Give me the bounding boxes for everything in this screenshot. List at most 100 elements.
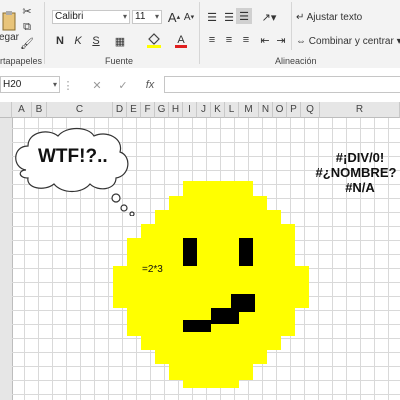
column-header[interactable]: Q — [301, 102, 320, 118]
cancel-entry-icon[interactable]: ✕ — [90, 78, 104, 92]
column-letter: I — [188, 104, 191, 115]
align-center-icon[interactable]: ≡ — [221, 33, 237, 47]
column-header[interactable]: A — [12, 102, 32, 118]
column-header[interactable]: R — [320, 102, 400, 118]
font-name-dropdown[interactable]: Calibri ▾ — [52, 10, 130, 24]
column-header[interactable]: N — [259, 102, 273, 118]
decrease-indent-icon[interactable]: ⇤ — [258, 33, 272, 47]
thought-bubble — [15, 127, 135, 216]
column-letter: G — [157, 104, 166, 115]
font-color-button[interactable]: A — [170, 33, 192, 49]
thought-dot — [120, 204, 128, 212]
column-letter: O — [275, 104, 284, 115]
select-all-corner[interactable] — [0, 102, 12, 118]
fill-bucket-icon — [147, 33, 161, 48]
separator — [199, 2, 200, 64]
clipboard-group-label: rtapapeles — [0, 56, 43, 66]
underline-button[interactable]: S — [88, 33, 104, 49]
chevron-down-icon: ▾ — [122, 12, 127, 21]
grow-font-icon: A — [167, 9, 177, 25]
align-right-icon[interactable]: ≡ — [238, 33, 254, 47]
column-letter: M — [244, 104, 253, 115]
thought-dot — [129, 211, 135, 216]
font-group-label: Fuente — [105, 56, 134, 66]
separator — [291, 2, 292, 50]
column-header[interactable]: D — [113, 102, 127, 118]
column-header[interactable]: C — [47, 102, 113, 118]
column-header[interactable]: P — [287, 102, 301, 118]
column-header[interactable]: K — [211, 102, 225, 118]
thought-bubble-text: WTF!?.. — [38, 146, 108, 167]
column-letter: P — [290, 104, 297, 115]
column-header[interactable]: G — [155, 102, 169, 118]
column-header[interactable]: F — [141, 102, 155, 118]
thought-dot — [111, 193, 121, 203]
merge-center-label: Combinar y centrar — [308, 36, 394, 47]
paste-button[interactable]: egar — [0, 2, 20, 50]
formula-cell-text: =2*3 — [142, 264, 163, 275]
column-letter: H — [171, 104, 180, 115]
orientation-icon[interactable]: ↗▾ — [258, 10, 280, 24]
error-na: #N/A — [345, 180, 375, 195]
formula-input[interactable] — [164, 76, 400, 93]
column-letter: R — [355, 104, 364, 115]
format-painter-icon[interactable]: 🖌 — [20, 36, 34, 50]
bold-label: N — [56, 35, 64, 47]
merge-center-button[interactable]: ⇔ Combinar y centrar ▾ — [296, 36, 400, 47]
alignment-group-label: Alineación — [275, 56, 317, 66]
wrap-text-icon: ↵ — [296, 12, 307, 23]
font-color-icon: A — [177, 33, 185, 46]
fx-icon: fx — [145, 79, 155, 91]
fill-color-button[interactable] — [144, 33, 166, 49]
column-letter: N — [261, 104, 270, 115]
confirm-entry-icon[interactable]: ✓ — [116, 78, 130, 92]
column-letter: E — [130, 104, 137, 115]
column-header[interactable]: M — [239, 102, 259, 118]
column-header[interactable]: H — [169, 102, 183, 118]
font-name-value: Calibri — [55, 11, 84, 22]
increase-indent-icon[interactable]: ⇥ — [274, 33, 288, 47]
column-letter: J — [201, 104, 206, 115]
borders-icon[interactable]: ▦ — [110, 33, 130, 49]
column-header[interactable]: B — [32, 102, 47, 118]
font-size-dropdown[interactable]: 11 ▾ — [132, 10, 162, 24]
chevron-down-icon: ▾ — [154, 12, 159, 21]
error-div0: #¡DIV/0! — [335, 150, 385, 165]
column-header[interactable]: E — [127, 102, 141, 118]
column-header[interactable]: O — [273, 102, 287, 118]
paste-icon — [2, 10, 16, 30]
column-header[interactable]: I — [183, 102, 197, 118]
separator — [44, 2, 45, 64]
cut-icon[interactable]: ✂ — [20, 4, 34, 18]
align-middle-icon[interactable]: ☰ — [221, 10, 237, 24]
error-name: #¿NOMBRE? — [315, 165, 397, 180]
dots-icon: ⋮ — [62, 79, 74, 92]
column-letter: C — [75, 104, 84, 115]
column-letter: B — [35, 104, 43, 115]
grow-font-button[interactable]: A ▴ — [167, 9, 181, 25]
ribbon: egar ✂ ⧉ 🖌 rtapapeles Calibri ▾ 11 ▾ A ▴ A ▾… — [0, 0, 400, 69]
underline-label: S — [92, 35, 100, 47]
column-letter: Q — [306, 104, 314, 115]
chevron-down-icon: ▾ — [52, 80, 57, 89]
chevron-down-icon: ▾ — [396, 36, 400, 47]
italic-button[interactable]: K — [70, 33, 86, 49]
shrink-font-button[interactable]: A ▾ — [182, 9, 196, 25]
paste-label: egar — [0, 31, 20, 43]
name-box[interactable]: H20 ▾ — [0, 76, 60, 93]
column-header[interactable]: J — [197, 102, 211, 118]
column-header[interactable]: L — [225, 102, 239, 118]
align-bottom-icon[interactable]: ☰ — [236, 8, 252, 24]
insert-function-button[interactable]: fx — [142, 78, 158, 92]
column-letter: D — [115, 104, 124, 115]
shrink-font-icon: A — [183, 11, 191, 23]
column-letter: L — [228, 104, 235, 115]
column-letter: F — [144, 104, 151, 115]
wrap-text-button[interactable]: ↵ Ajustar texto — [296, 12, 362, 23]
bold-button[interactable]: N — [52, 33, 68, 49]
font-size-value: 11 — [135, 11, 146, 22]
copy-icon[interactable]: ⧉ — [20, 20, 34, 34]
name-box-value: H20 — [3, 79, 22, 90]
align-left-icon[interactable]: ≡ — [204, 33, 220, 47]
align-top-icon[interactable]: ☰ — [204, 10, 220, 24]
